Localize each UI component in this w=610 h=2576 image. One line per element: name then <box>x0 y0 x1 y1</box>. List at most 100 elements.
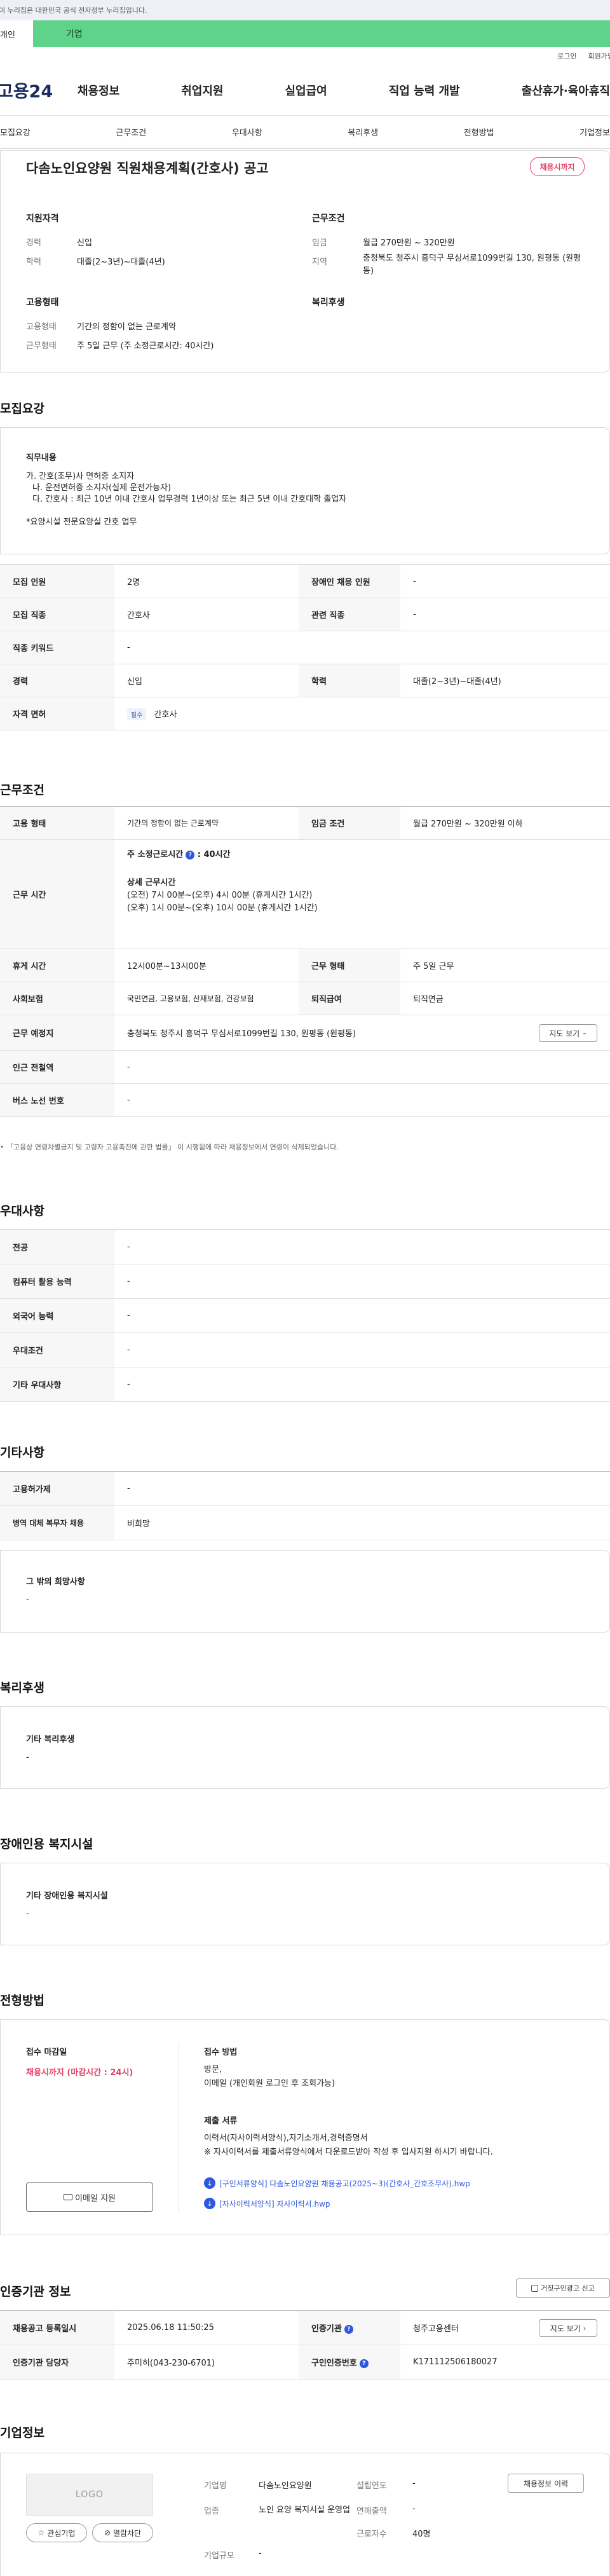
company-logo-text: LOGO <box>75 2490 104 2500</box>
map-view-button-label: 지도 보기 <box>549 1029 580 1038</box>
info-icon[interactable]: ? <box>344 2324 353 2334</box>
docs-line: 이력서(자사이력서양식),자기소개서,경력증명서 <box>204 2134 368 2143</box>
company-logo-placeholder: LOGO <box>26 2474 153 2516</box>
cond-wage-label: 임금 <box>312 238 327 248</box>
email-apply-button[interactable]: 이메일 지원 <box>26 2182 153 2212</box>
company-name-label: 기업명 <box>204 2481 227 2491</box>
company-card: LOGO ☆ 관심기업 ⊘ 열람차단 기업명 다솜노인요양원 업종 노인 요양 … <box>0 2453 610 2576</box>
work-break-label: 휴게 시간 <box>0 949 114 982</box>
qual-edu-label: 학력 <box>26 257 41 267</box>
method-line: 이메일 (개인회원 로그인 후 조회가능) <box>204 2079 336 2088</box>
welfare-section-title: 복리후생 <box>0 1681 44 1695</box>
facility-section-title: 장애인용 복지시설 <box>0 1837 93 1851</box>
cert-agency-label-cell: 인증기관? <box>299 2310 400 2345</box>
welfare-box-heading: 기타 복리후생 <box>26 1735 75 1744</box>
hiring-history-button[interactable]: 채용정보 이력 <box>508 2474 584 2493</box>
gnb-menu-employment-support[interactable]: 취업지원 <box>181 82 223 99</box>
cert-manager-value: 주미히(043-230-6701) <box>114 2345 299 2380</box>
pref-value: - <box>114 1230 610 1264</box>
gov-banner: 이 누리집은 대한민국 공식 전자정부 누리집입니다. <box>0 0 610 20</box>
gnb-menu-jobs[interactable]: 채용정보 <box>78 82 119 99</box>
work-retire-label: 퇴직급여 <box>299 982 400 1015</box>
work-hours-main: 주 소정근로시간 <box>127 850 184 860</box>
cert-reg-value: 2025.06.18 11:50:25 <box>114 2310 299 2345</box>
pref-value: - <box>114 1367 610 1402</box>
duty-line: 가. 간호(조무)사 면허증 소지자 <box>26 472 135 481</box>
work-form-value: 주 5일 근무 <box>400 949 610 982</box>
file-link-label[interactable]: [구인서류양식] 다솜노인요양원 채용공고(2025~3)(간호사_간호조무사)… <box>219 2178 470 2189</box>
method-text: 방문, 이메일 (개인회원 로그인 후 조회가능) <box>204 2063 335 2091</box>
gnb-menu-skills[interactable]: 직업 능력 개발 <box>389 82 460 99</box>
site-logo[interactable]: 고용24 <box>0 78 67 102</box>
gnb-menu-unemployment-benefit[interactable]: 실업급여 <box>285 82 327 99</box>
tab-recruit[interactable]: 모집요강 <box>0 126 30 138</box>
duty-line: *요양시설 전문요양실 간호 업무 <box>26 517 137 527</box>
duty-heading: 직무내용 <box>26 453 57 463</box>
tab-company[interactable]: 기업 <box>33 20 610 47</box>
section-tabs: 모집요강 근무조건 우대사항 복리후생 전형방법 기업정보 <box>0 116 610 149</box>
emp-type-label: 고용형태 <box>26 322 57 332</box>
recruit-edu-label: 학력 <box>299 664 400 697</box>
info-icon[interactable]: ? <box>186 850 195 860</box>
recruit-license-label: 자격 면허 <box>0 697 114 730</box>
tab-company[interactable]: 기업정보 <box>580 126 610 138</box>
favorite-company-button[interactable]: ☆ 관심기업 <box>26 2523 87 2542</box>
tab-screening[interactable]: 전형방법 <box>464 126 494 138</box>
gnb-menu-parental-leave[interactable]: 출산휴가·육아휴직 <box>522 82 610 99</box>
pref-label: 전공 <box>0 1230 114 1264</box>
download-icon: ↓ <box>204 2177 215 2189</box>
block-view-button[interactable]: ⊘ 열람차단 <box>92 2523 153 2542</box>
work-insurance-label: 사회보험 <box>0 982 114 1015</box>
qual-heading: 지원자격 <box>26 214 59 224</box>
etc-label: 병역 대체 복무자 채용 <box>0 1505 114 1540</box>
recruit-table: 모집 인원 2명 장애인 채용 인원 - 모집 직종 간호사 관련 직종 - 직… <box>0 565 610 730</box>
gov-banner-text: 이 누리집은 대한민국 공식 전자정부 누리집입니다. <box>0 6 147 15</box>
other-wishes-heading: 그 밖의 희망사항 <box>26 1577 85 1587</box>
license-required-tag: 필수 <box>127 708 147 720</box>
work-subway-value: - <box>114 1050 610 1084</box>
etc-table: 고용허가제 - 병역 대체 복무자 채용 비희망 <box>0 1471 610 1540</box>
recruit-job-label: 모집 직종 <box>0 598 114 631</box>
agency-map-button[interactable]: 지도 보기 › <box>539 2319 597 2337</box>
job-title: 다솜노인요양원 직원채용계획(간호사) 공고 <box>26 161 269 176</box>
favorite-company-label: 관심기업 <box>47 2528 76 2538</box>
cond-region-label: 지역 <box>312 257 327 267</box>
work-form-label: 근무 형태 <box>299 949 400 982</box>
pref-label: 외국어 능력 <box>0 1298 114 1333</box>
info-icon[interactable]: ? <box>359 2359 369 2368</box>
docs-heading: 제출 서류 <box>204 2116 238 2126</box>
false-ad-report-button[interactable]: 거짓구인광고 신고 <box>516 2278 610 2298</box>
tab-personal[interactable]: 개인 <box>0 20 33 47</box>
work-hours-detail-line: (오전) 7시 00분~(오후) 4시 00분 (휴게시간 1시간) <box>127 891 313 900</box>
recruit-edu-value: 대졸(2~3년)~대졸(4년) <box>400 664 610 697</box>
etc-value: 비희망 <box>114 1505 610 1540</box>
company-size-value: - <box>259 2549 262 2558</box>
file-link[interactable]: ↓ [자사이력서양식] 자사이력서.hwp <box>204 2198 330 2209</box>
signup-link[interactable]: 회원가입 <box>588 51 610 61</box>
map-view-button[interactable]: 지도 보기 ⌄ <box>539 1024 597 1042</box>
tab-preferences[interactable]: 우대사항 <box>232 126 262 138</box>
tab-welfare[interactable]: 복리후생 <box>348 126 378 138</box>
duty-line: 나. 운전면허증 소지자(실제 운전가능자) <box>32 483 172 493</box>
job-summary-card: 다솜노인요양원 직원채용계획(간호사) 공고 채용시까지 지원자격 경력 신입 … <box>0 150 610 373</box>
file-link-label[interactable]: [자사이력서양식] 자사이력서.hwp <box>219 2198 330 2209</box>
recruit-count-label: 모집 인원 <box>0 565 114 598</box>
age-law-note-text: 「고용상 연령차별금지 및 고령자 고용촉진에 관한 법률」 이 시행됨에 따라… <box>6 1143 339 1151</box>
company-industry-label: 업종 <box>204 2507 219 2516</box>
mail-icon <box>64 2194 73 2200</box>
cert-agency-value: 청주고용센터 <box>413 2324 459 2334</box>
cert-section-title: 인증기관 정보 <box>0 2285 71 2299</box>
recruit-keyword-label: 직종 키워드 <box>0 631 114 664</box>
tab-work-conditions[interactable]: 근무조건 <box>116 126 146 138</box>
pref-table: 전공 - 컴퓨터 활용 능력 - 외국어 능력 - 우대조건 - 기타 우대사항 - <box>0 1230 610 1402</box>
file-link[interactable]: ↓ [구인서류양식] 다솜노인요양원 채용공고(2025~3)(간호사_간호조무… <box>204 2177 470 2189</box>
login-link[interactable]: 로그인 <box>557 51 576 61</box>
work-hours-detail-title: 상세 근무시간 <box>127 878 176 887</box>
company-industry-value: 노인 요양 복지시설 운영업 <box>259 2505 350 2515</box>
block-icon: ⊘ <box>104 2528 111 2537</box>
work-wage-value: 월급 270만원 ~ 320만원 이하 <box>400 806 610 840</box>
cert-num-value: K171112506180027 <box>400 2345 610 2380</box>
company-founded-label: 설립연도 <box>356 2481 387 2491</box>
deadline-value: 채용시까지 (마감시간 : 24시) <box>26 2068 133 2078</box>
facility-box-heading: 기타 장애인용 복지시설 <box>26 1891 108 1901</box>
